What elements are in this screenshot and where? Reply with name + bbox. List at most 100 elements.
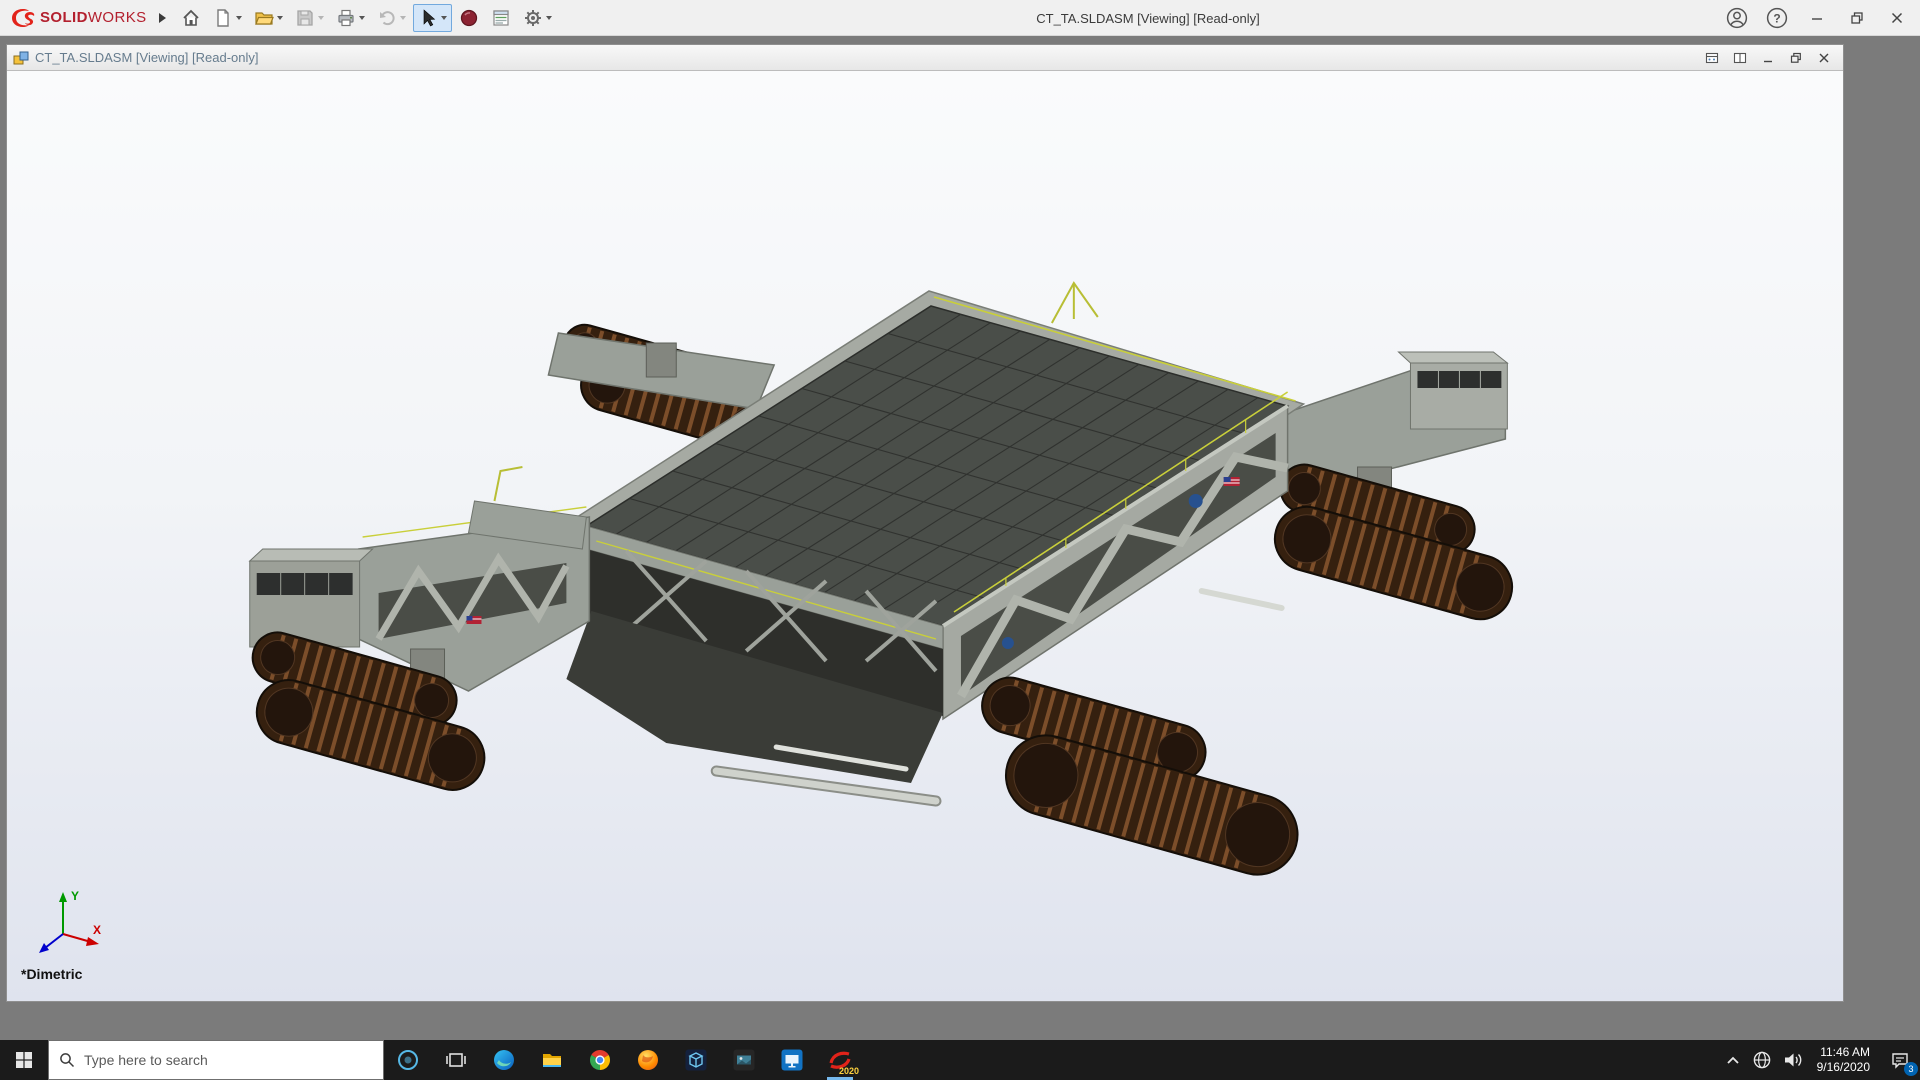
settings-button[interactable] bbox=[518, 4, 557, 32]
select-cursor-icon bbox=[423, 8, 435, 26]
dropdown-caret[interactable] bbox=[317, 15, 324, 20]
cortana-button[interactable] bbox=[384, 1040, 432, 1080]
clock-time: 11:46 AM bbox=[1820, 1045, 1870, 1059]
dropdown-caret[interactable] bbox=[358, 15, 365, 20]
file-explorer-icon bbox=[543, 1054, 561, 1067]
dropdown-caret[interactable] bbox=[235, 15, 242, 20]
close-icon bbox=[1891, 12, 1903, 24]
nasa-logo bbox=[1188, 494, 1203, 508]
us-flag bbox=[1223, 477, 1240, 486]
solidworks-logo: SOLIDWORKS bbox=[0, 7, 155, 29]
assembly-3d-model[interactable] bbox=[7, 71, 1843, 1001]
clock-date: 9/16/2020 bbox=[1816, 1060, 1870, 1074]
settings-gear-icon bbox=[524, 9, 541, 26]
network-button[interactable] bbox=[1747, 1040, 1777, 1080]
z-axis-arrow bbox=[39, 943, 49, 953]
notification-badge: 3 bbox=[1904, 1062, 1918, 1076]
help-icon: ? bbox=[1766, 7, 1788, 29]
titlebar-right-controls: ? bbox=[1720, 0, 1914, 36]
action-center-button[interactable]: 3 bbox=[1880, 1040, 1920, 1080]
new-document-button[interactable] bbox=[208, 4, 247, 32]
record-button[interactable] bbox=[454, 4, 484, 32]
volume-button[interactable] bbox=[1777, 1040, 1809, 1080]
doc-restore-button[interactable] bbox=[1785, 49, 1807, 67]
composer-app-button[interactable] bbox=[672, 1040, 720, 1080]
edge-icon bbox=[494, 1050, 514, 1070]
system-tray: 11:46 AM 9/16/2020 3 bbox=[1719, 1040, 1920, 1080]
account-button[interactable] bbox=[1720, 4, 1754, 32]
open-folder-icon bbox=[254, 11, 274, 25]
nasa-logo bbox=[1001, 637, 1014, 649]
solidworks-version-badge: 2020 bbox=[838, 1066, 859, 1076]
track-assembly-front[interactable] bbox=[976, 671, 1307, 884]
doc-close-button[interactable] bbox=[1813, 49, 1835, 67]
assembly-document-icon bbox=[13, 51, 29, 64]
save-icon bbox=[296, 9, 313, 26]
taskbar-clock[interactable]: 11:46 AM 9/16/2020 bbox=[1809, 1040, 1880, 1080]
y-axis-arrow bbox=[59, 892, 67, 902]
app-titlebar: SOLIDWORKS CT_TA.SLDASM [Viewing] [Read-… bbox=[0, 0, 1920, 36]
undo-button[interactable] bbox=[372, 4, 411, 32]
start-button[interactable] bbox=[0, 1040, 48, 1080]
task-view-button[interactable] bbox=[432, 1040, 480, 1080]
doc-minimize-button[interactable] bbox=[1757, 49, 1779, 67]
media-app-button[interactable] bbox=[720, 1040, 768, 1080]
select-tool-button[interactable] bbox=[412, 3, 452, 32]
close-button[interactable] bbox=[1880, 4, 1914, 32]
display-app-icon bbox=[781, 1049, 803, 1071]
dropdown-caret[interactable] bbox=[399, 15, 406, 20]
media-app-icon bbox=[733, 1049, 755, 1071]
graphics-viewport[interactable]: Y X *Dimetric bbox=[7, 71, 1843, 1001]
close-icon bbox=[1819, 53, 1829, 62]
dropdown-caret[interactable] bbox=[545, 15, 552, 20]
layout-window-icon bbox=[1705, 52, 1719, 63]
print-icon bbox=[337, 9, 354, 26]
home-button[interactable] bbox=[176, 4, 206, 32]
file-explorer-button[interactable] bbox=[528, 1040, 576, 1080]
brand-name: SOLIDWORKS bbox=[40, 9, 147, 26]
app-window-title: CT_TA.SLDASM [Viewing] [Read-only] bbox=[1036, 10, 1260, 26]
document-titlebar[interactable]: CT_TA.SLDASM [Viewing] [Read-only] bbox=[7, 45, 1843, 71]
undo-icon bbox=[379, 10, 395, 25]
restore-button[interactable] bbox=[1840, 4, 1874, 32]
browser-button[interactable] bbox=[576, 1040, 624, 1080]
windows-taskbar: 2020 11:46 AM 9/16/2020 bbox=[0, 1040, 1920, 1080]
x-axis-arrow bbox=[86, 937, 99, 946]
minimize-icon bbox=[1812, 18, 1822, 20]
ds-logo-icon bbox=[12, 8, 35, 27]
search-input[interactable] bbox=[84, 1052, 344, 1068]
browser-icon bbox=[590, 1050, 610, 1070]
restore-icon bbox=[1790, 52, 1801, 63]
display-app-button[interactable] bbox=[768, 1040, 816, 1080]
edge-button[interactable] bbox=[480, 1040, 528, 1080]
document-title: CT_TA.SLDASM [Viewing] [Read-only] bbox=[35, 50, 259, 65]
open-button[interactable] bbox=[249, 4, 288, 32]
save-button[interactable] bbox=[290, 4, 329, 32]
taskbar-search-box[interactable] bbox=[48, 1040, 384, 1080]
chevron-up-icon bbox=[1726, 1056, 1739, 1064]
task-view-icon bbox=[446, 1053, 466, 1067]
minimize-button[interactable] bbox=[1800, 4, 1834, 32]
dropdown-caret[interactable] bbox=[276, 15, 283, 20]
minimize-icon bbox=[1764, 60, 1772, 62]
view-orientation-label: *Dimetric bbox=[21, 966, 83, 982]
x-axis-label: X bbox=[93, 923, 101, 937]
solidworks-taskbar-button[interactable]: 2020 bbox=[816, 1040, 864, 1080]
firefox-button[interactable] bbox=[624, 1040, 672, 1080]
dropdown-caret[interactable] bbox=[440, 15, 447, 20]
record-icon bbox=[460, 9, 477, 26]
layout-window-button-1[interactable] bbox=[1701, 49, 1723, 67]
orientation-triad: Y X bbox=[39, 889, 101, 953]
evaluate-sheet-icon bbox=[492, 9, 509, 26]
hidden-icons-button[interactable] bbox=[1719, 1040, 1747, 1080]
help-button[interactable]: ? bbox=[1760, 4, 1794, 32]
track-assembly-right[interactable] bbox=[1268, 459, 1520, 627]
menu-flyout-arrow[interactable] bbox=[158, 12, 166, 23]
windows-logo-icon bbox=[16, 1052, 32, 1068]
new-document-icon bbox=[216, 8, 229, 27]
print-button[interactable] bbox=[331, 4, 370, 32]
layout-window-button-2[interactable] bbox=[1729, 49, 1751, 67]
volume-icon bbox=[1784, 1053, 1801, 1067]
evaluate-button[interactable] bbox=[486, 4, 516, 32]
firefox-icon bbox=[638, 1050, 658, 1070]
